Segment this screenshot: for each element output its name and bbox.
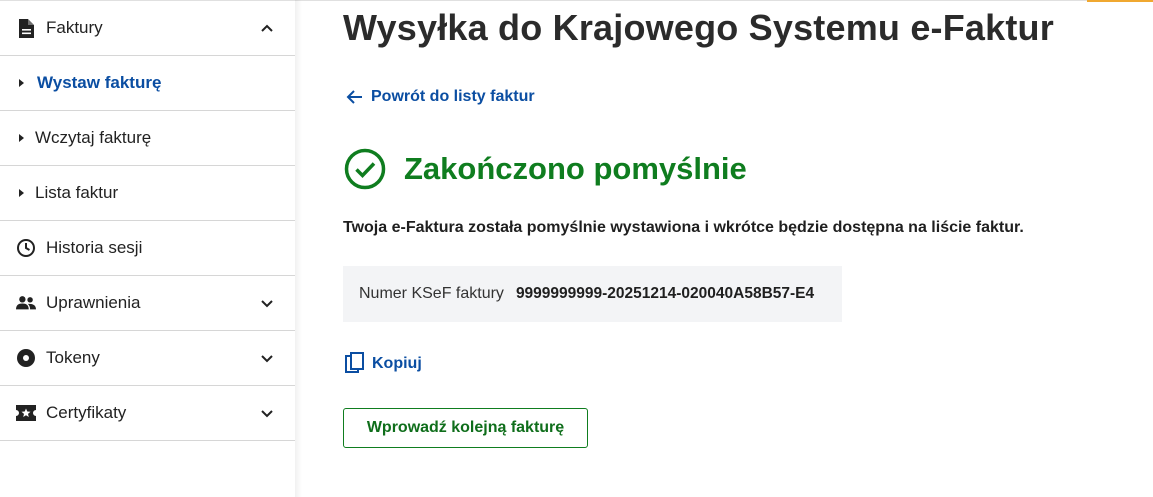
top-accent-bar [1087,0,1153,2]
sidebar-item-label: Certyfikaty [46,403,127,422]
token-icon [16,348,36,368]
chevron-up-icon[interactable] [259,20,275,36]
document-icon [16,18,36,38]
page-title: Wysyłka do Krajowego Systemu e-Faktur [343,7,1054,48]
sidebar-subitem-label: Wystaw fakturę [37,73,162,92]
sidebar-subitem-wczytaj-fakture[interactable]: Wczytaj fakturę [0,111,295,166]
sidebar-shadow [295,0,302,497]
sidebar-item-faktury[interactable]: Faktury [0,1,295,56]
chevron-down-icon[interactable] [259,405,275,421]
copy-button[interactable]: Kopiuj [345,352,422,376]
success-title: Zakończono pomyślnie [404,151,747,186]
bullet-triangle-icon [19,134,24,142]
copy-label: Kopiuj [372,355,422,372]
sidebar-item-certyfikaty[interactable]: Certyfikaty [0,386,295,441]
bullet-triangle-icon [19,189,24,197]
clock-icon [16,238,36,258]
ksef-number-label: Numer KSeF faktury [359,285,504,302]
sidebar-item-historia-sesji[interactable]: Historia sesji [0,221,295,276]
sidebar-item-label: Faktury [46,18,103,37]
copy-icon [345,352,364,373]
back-link-label: Powrót do listy faktur [371,88,535,105]
certificate-icon [16,403,36,423]
ksef-number-value: 9999999999-20251214-020040A58B57-E4 [515,285,815,302]
chevron-down-icon[interactable] [259,350,275,366]
sidebar-subitem-label: Lista faktur [35,183,119,202]
sidebar-item-label: Uprawnienia [46,293,141,312]
sidebar-item-label: Historia sesji [46,238,143,257]
success-description: Twoja e-Faktura została pomyślnie wystaw… [343,219,1024,236]
check-circle-icon [344,148,386,190]
sidebar-item-uprawnienia[interactable]: Uprawnienia [0,276,295,331]
back-to-list-link[interactable]: Powrót do listy faktur [345,88,535,106]
sidebar: Faktury Wystaw fakturę Wczytaj fakturę L… [0,1,295,497]
new-invoice-button[interactable]: Wprowadź kolejną fakturę [343,408,588,448]
arrow-left-icon [346,90,362,104]
sidebar-subitem-wystaw-fakture[interactable]: Wystaw fakturę [0,56,295,111]
sidebar-item-tokeny[interactable]: Tokeny [0,331,295,386]
chevron-down-icon[interactable] [259,295,275,311]
sidebar-item-label: Tokeny [46,348,100,367]
ksef-number-box: Numer KSeF faktury 9999999999-20251214-0… [343,266,842,322]
sidebar-subitem-label: Wczytaj fakturę [35,128,152,147]
bullet-triangle-icon [19,79,24,87]
people-icon [16,293,36,313]
sidebar-subitem-lista-faktur[interactable]: Lista faktur [0,166,295,221]
success-message: Zakończono pomyślnie [344,148,747,190]
